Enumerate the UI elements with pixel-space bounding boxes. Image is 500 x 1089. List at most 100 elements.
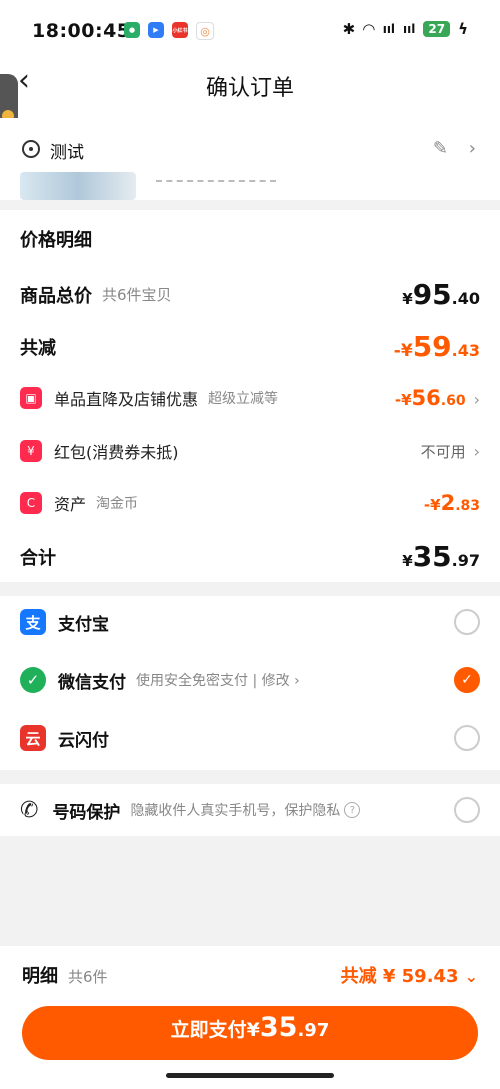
price-detail-card: 价格明细 商品总价 共6件宝贝 ¥ 95 .40 共减 -¥ 59 .43 ▣ … bbox=[0, 210, 500, 582]
coin-icon: C bbox=[20, 492, 42, 514]
total-int: 35 bbox=[412, 540, 452, 573]
asset-prefix: -¥ bbox=[423, 496, 441, 514]
asset-row: C 资产 淘金币 -¥ 2 .83 bbox=[20, 491, 480, 515]
pay-button-label: 立即支付¥ bbox=[170, 1019, 260, 1041]
number-protection-card: ✆ 号码保护 隐藏收件人真实手机号，保护隐私 ? bbox=[0, 784, 500, 836]
product-thumbnail bbox=[20, 172, 136, 200]
phone-icon: ✆ bbox=[20, 797, 39, 823]
blue-app-icon: ▶ bbox=[148, 22, 164, 38]
asset-sub: 淘金币 bbox=[96, 496, 139, 512]
alipay-icon: 支 bbox=[20, 609, 46, 635]
total-dec: .97 bbox=[451, 551, 480, 570]
discount-total-label: 共减 bbox=[20, 337, 56, 359]
discount-item-int: 56 bbox=[411, 386, 441, 410]
discount-item-value: -¥ 56 .60 › bbox=[395, 386, 480, 410]
asset-int: 2 bbox=[440, 491, 456, 515]
goods-total-label: 商品总价 bbox=[20, 285, 92, 307]
page-title: 确认订单 bbox=[205, 76, 294, 101]
asset-dec: .83 bbox=[455, 498, 480, 514]
color-app-icon: ◎ bbox=[196, 22, 214, 40]
asset-value: -¥ 2 .83 bbox=[424, 491, 480, 515]
red-packet-icon: ¥ bbox=[20, 440, 42, 462]
asset-label: 资产 bbox=[54, 495, 87, 514]
price-section-header: 价格明细 bbox=[20, 226, 480, 252]
bottom-discount-text: 共减 ¥ 59.43 bbox=[340, 966, 459, 987]
radio-button[interactable] bbox=[454, 725, 480, 751]
notification-icons: ● ▶ 小红书 ◎ bbox=[124, 22, 214, 40]
section-title: 价格明细 bbox=[20, 230, 92, 251]
discount-total-value: -¥ 59 .43 bbox=[394, 330, 480, 363]
chevron-right-icon[interactable]: › bbox=[469, 138, 476, 159]
discount-item-row[interactable]: ▣ 单品直降及店铺优惠 超级立减等 -¥ 56 .60 › bbox=[20, 386, 480, 410]
wechat-pay-icon: ✓ bbox=[20, 667, 46, 693]
discount-total-row: 共减 -¥ 59 .43 bbox=[20, 330, 480, 363]
red-app-icon: 小红书 bbox=[172, 22, 188, 38]
payment-label: 支付宝 bbox=[58, 614, 109, 635]
help-icon[interactable]: ? bbox=[344, 802, 361, 818]
goods-count: 共6件宝贝 bbox=[102, 286, 172, 304]
wechat-pay-sub[interactable]: 使用安全免密支付 | 修改 › bbox=[136, 670, 300, 690]
red-packet-value: 不可用 › bbox=[421, 441, 480, 462]
address-label: 测试 bbox=[50, 143, 84, 163]
total-value: ¥ 35 .97 bbox=[402, 540, 480, 573]
discount-item-label: 单品直降及店铺优惠 bbox=[54, 390, 199, 409]
discount-prefix: -¥ bbox=[393, 341, 413, 361]
discount-dec: .43 bbox=[451, 341, 480, 360]
radio-button[interactable] bbox=[454, 797, 480, 823]
red-packet-status: 不可用 bbox=[420, 442, 466, 461]
unionpay-icon: 云 bbox=[20, 725, 46, 751]
detail-label: 明细 bbox=[22, 966, 58, 987]
currency-symbol: ¥ bbox=[402, 552, 413, 570]
wechat-app-icon: ● bbox=[124, 22, 140, 38]
red-packet-row[interactable]: ¥ 红包(消费券未抵) 不可用 › bbox=[20, 439, 480, 463]
location-pin-icon bbox=[22, 140, 40, 158]
pay-button-dec: .97 bbox=[297, 1020, 330, 1041]
total-row: 合计 ¥ 35 .97 bbox=[20, 540, 480, 573]
home-indicator[interactable] bbox=[166, 1073, 334, 1078]
protect-label: 号码保护 bbox=[52, 802, 121, 823]
goods-total-dec: .40 bbox=[451, 289, 480, 308]
nav-bar: ‹ 确认订单 bbox=[0, 62, 500, 118]
red-packet-label: 红包(消费券未抵) bbox=[54, 443, 179, 462]
signal-icon: ııl bbox=[382, 22, 396, 36]
discount-item-dec: .60 bbox=[440, 393, 466, 409]
detail-count: 共6件 bbox=[68, 968, 108, 986]
payment-option-alipay[interactable]: 支 支付宝 bbox=[20, 600, 480, 644]
number-protection-row[interactable]: ✆ 号码保护 隐藏收件人真实手机号，保护隐私 ? bbox=[20, 788, 480, 832]
chevron-right-icon: › bbox=[473, 390, 480, 409]
total-label: 合计 bbox=[20, 547, 56, 569]
payment-option-unionpay[interactable]: 云 云闪付 bbox=[20, 716, 480, 760]
chevron-right-icon: › bbox=[473, 441, 480, 461]
edit-icon[interactable]: ✎ bbox=[433, 138, 448, 159]
goods-total-value: ¥ 95 .40 bbox=[402, 278, 480, 311]
clock: 18:00:45 bbox=[32, 20, 131, 42]
charging-icon: ϟ bbox=[458, 20, 468, 38]
radio-button-selected[interactable]: ✓ bbox=[454, 667, 480, 693]
status-bar: 18:00:45 ● ▶ 小红书 ◎ ✱ ◠ ııl ııl 27 ϟ bbox=[0, 0, 500, 62]
discount-item-prefix: -¥ bbox=[394, 391, 412, 409]
product-peek-text bbox=[156, 180, 276, 188]
payment-label: 微信支付 bbox=[58, 672, 126, 693]
order-summary[interactable]: 明细 共6件 共减 ¥ 59.43 ⌄ bbox=[22, 962, 478, 988]
pay-now-button[interactable]: 立即支付¥ 35 .97 bbox=[22, 1006, 478, 1060]
expand-icon[interactable]: ⌄ bbox=[465, 967, 478, 986]
system-icons: ✱ ◠ ııl ııl 27 ϟ bbox=[343, 20, 468, 38]
address-card[interactable]: 测试 ✎ › bbox=[0, 118, 500, 200]
goods-total-int: 95 bbox=[412, 278, 452, 311]
signal-icon: ııl bbox=[403, 22, 416, 36]
payment-label: 云闪付 bbox=[58, 730, 109, 751]
pay-button-int: 35 bbox=[259, 1012, 298, 1043]
store-discount-icon: ▣ bbox=[20, 387, 42, 409]
bluetooth-icon: ✱ bbox=[342, 20, 356, 38]
radio-button[interactable] bbox=[454, 609, 480, 635]
payment-method-card: 支 支付宝 ✓ 微信支付 使用安全免密支付 | 修改 › ✓ 云 云闪付 bbox=[0, 596, 500, 770]
goods-total-row: 商品总价 共6件宝贝 ¥ 95 .40 bbox=[20, 278, 480, 311]
battery-icon: 27 bbox=[423, 21, 451, 37]
currency-symbol: ¥ bbox=[402, 290, 413, 308]
bottom-discount: 共减 ¥ 59.43 ⌄ bbox=[341, 962, 478, 988]
protect-desc: 隐藏收件人真实手机号，保护隐私 bbox=[130, 803, 341, 819]
wifi-icon: ◠ bbox=[363, 20, 375, 38]
discount-item-sub: 超级立减等 bbox=[208, 391, 279, 407]
discount-int: 59 bbox=[412, 330, 452, 363]
payment-option-wechat[interactable]: ✓ 微信支付 使用安全免密支付 | 修改 › ✓ bbox=[20, 658, 480, 702]
